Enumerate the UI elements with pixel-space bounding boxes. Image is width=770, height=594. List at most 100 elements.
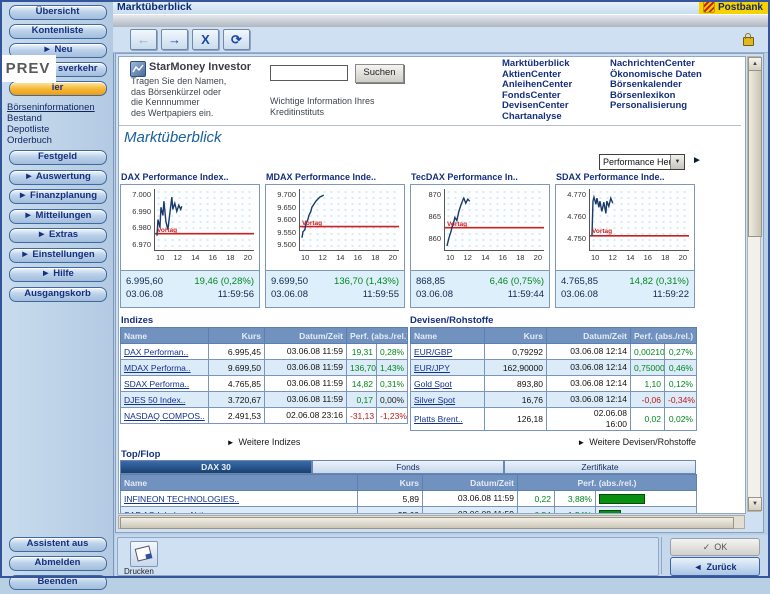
scroll-up-icon[interactable]: ▲ bbox=[748, 57, 762, 71]
refresh-button[interactable]: ⟳ bbox=[223, 29, 250, 50]
stock-link[interactable]: INFINEON TECHNOLOGIES.. bbox=[124, 494, 239, 504]
y-axis-ticks: 9.7009.650 9.6009.550 9.500 bbox=[266, 189, 299, 251]
search-input[interactable] bbox=[270, 65, 348, 81]
col-header-perf[interactable]: Perf. (abs./rel.) bbox=[518, 475, 697, 491]
col-header-datum[interactable]: Datum/Zeit bbox=[265, 328, 347, 344]
chart-title-sdax[interactable]: SDAX Performance Inde.. bbox=[556, 172, 696, 182]
performance-period-select[interactable]: Performance Heute ▼ bbox=[599, 154, 685, 170]
sidebar-item-finanzplanung[interactable]: ► Finanzplanung bbox=[9, 189, 107, 204]
sidebar-link-orderbuch[interactable]: Orderbuch bbox=[7, 135, 113, 146]
col-header-name[interactable]: Name bbox=[121, 328, 209, 344]
nav-link-marktueberblick[interactable]: Marktüberblick bbox=[502, 59, 602, 70]
postbank-logo-icon bbox=[703, 1, 715, 13]
fx-link[interactable]: EUR/JPY bbox=[414, 363, 450, 373]
table-row: EUR/JPY 162,90000 03.06.08 12:14 0,75000… bbox=[411, 360, 697, 376]
fx-link[interactable]: EUR/GBP bbox=[414, 347, 452, 357]
chevron-down-icon[interactable]: ▼ bbox=[670, 155, 684, 169]
bullet-icon: ► bbox=[577, 438, 585, 447]
sidebar-item-kontenliste[interactable]: Kontenliste bbox=[9, 24, 107, 39]
index-link[interactable]: DJES 50 Index.. bbox=[124, 395, 185, 405]
period-go-icon[interactable]: ► bbox=[692, 155, 702, 166]
nav-link-chartanalyse[interactable]: Chartanalyse bbox=[502, 112, 602, 123]
last-price: 9.699,50 bbox=[271, 275, 308, 288]
sparkline-plot: Vortag bbox=[444, 189, 544, 251]
sidebar-item-wertpapier[interactable]: ier bbox=[9, 81, 107, 96]
sidebar-item-ausgangskorb[interactable]: Ausgangskorb bbox=[9, 287, 107, 302]
col-header-datum[interactable]: Datum/Zeit bbox=[547, 328, 631, 344]
col-header-kurs[interactable]: Kurs bbox=[485, 328, 547, 344]
quote-time: 11:59:44 bbox=[508, 288, 544, 301]
more-indices-link[interactable]: ►Weitere Indizes bbox=[120, 437, 407, 447]
nav-column-1: Marktüberblick AktienCenter AnleihenCent… bbox=[502, 59, 602, 123]
fx-link[interactable]: Platts Brent.. bbox=[414, 414, 463, 424]
horizontal-scroll-thumb[interactable] bbox=[120, 517, 734, 529]
tab-dax30[interactable]: DAX 30 bbox=[120, 460, 312, 474]
vortag-label: Vortag bbox=[157, 227, 177, 234]
stock-link[interactable]: SAP AG Inhaber-Aktien bbox=[124, 510, 213, 515]
col-header-datum[interactable]: Datum/Zeit bbox=[423, 475, 518, 491]
content-scroll-area: StarMoney Investor Tragen Sie den Namen,… bbox=[118, 56, 746, 514]
table-row: MDAX Performa.. 9.699,50 03.06.08 11:59 … bbox=[121, 360, 408, 376]
col-header-perf[interactable]: Perf. (abs./rel.) bbox=[631, 328, 697, 344]
nav-link-nachrichtencenter[interactable]: NachrichtenCenter bbox=[610, 59, 705, 70]
performance-period-value: Performance Heute bbox=[600, 155, 670, 169]
fx-table: Name Kurs Datum/Zeit Perf. (abs./rel.) E… bbox=[410, 327, 697, 431]
search-button[interactable]: Suchen bbox=[355, 64, 404, 83]
back-button[interactable]: ← bbox=[130, 29, 157, 50]
tab-zertifikate[interactable]: Zertifikate bbox=[504, 460, 696, 474]
index-link[interactable]: SDAX Performa.. bbox=[124, 379, 189, 389]
chart-title-mdax[interactable]: MDAX Performance Inde.. bbox=[266, 172, 406, 182]
tab-fonds[interactable]: Fonds bbox=[312, 460, 504, 474]
sidebar-mid-group: Festgeld ► Auswertung ► Finanzplanung ► … bbox=[2, 150, 113, 302]
brand-name: Postbank bbox=[718, 2, 763, 13]
chart-title-tecdax[interactable]: TecDAX Performance In.. bbox=[411, 172, 551, 182]
col-header-perf[interactable]: Perf. (abs./rel.) bbox=[347, 328, 408, 344]
quote-date: 03.06.08 bbox=[416, 288, 453, 301]
fx-link[interactable]: Silver Spot bbox=[414, 395, 455, 405]
table-row: SDAX Performa.. 4.765,85 03.06.08 11:59 … bbox=[121, 376, 408, 392]
horizontal-scrollbar[interactable] bbox=[118, 515, 745, 529]
abmelden-button[interactable]: Abmelden bbox=[9, 556, 107, 571]
zurueck-button[interactable]: ◄ Zurück bbox=[670, 557, 760, 576]
index-link[interactable]: NASDAQ COMPOS.. bbox=[124, 411, 205, 421]
nav-column-2: NachrichtenCenter Ökonomische Daten Börs… bbox=[610, 59, 705, 112]
vertical-scroll-thumb[interactable] bbox=[748, 70, 762, 237]
col-header-kurs[interactable]: Kurs bbox=[358, 475, 423, 491]
sidebar-link-bestand[interactable]: Bestand bbox=[7, 113, 113, 124]
assistent-aus-button[interactable]: Assistent aus bbox=[9, 537, 107, 552]
quote-date: 03.06.08 bbox=[126, 288, 163, 301]
back-icon: ← bbox=[137, 32, 150, 47]
col-header-kurs[interactable]: Kurs bbox=[209, 328, 265, 344]
chart-title-dax[interactable]: DAX Performance Index.. bbox=[121, 172, 261, 182]
vertical-scrollbar[interactable]: ▲ ▼ bbox=[747, 56, 761, 512]
sidebar-link-boerseninformationen[interactable]: Börseninformationen bbox=[7, 102, 113, 113]
forward-button[interactable]: → bbox=[161, 29, 188, 50]
sidebar-item-hilfe[interactable]: ► Hilfe bbox=[9, 267, 107, 282]
forward-icon: → bbox=[168, 32, 181, 47]
nav-link-personalisierung[interactable]: Personalisierung bbox=[610, 101, 705, 112]
index-link[interactable]: DAX Performan.. bbox=[124, 347, 188, 357]
ok-button[interactable]: ✓ OK bbox=[670, 538, 760, 556]
index-link[interactable]: MDAX Performa.. bbox=[124, 363, 191, 373]
sidebar-item-festgeld[interactable]: Festgeld bbox=[9, 150, 107, 165]
print-button[interactable] bbox=[130, 541, 158, 567]
sidebar-item-einstellungen[interactable]: ► Einstellungen bbox=[9, 248, 107, 263]
col-header-name[interactable]: Name bbox=[121, 475, 358, 491]
sidebar-item-uebersicht[interactable]: Übersicht bbox=[9, 5, 107, 20]
stop-button[interactable]: X bbox=[192, 29, 219, 50]
sidebar-item-auswertung[interactable]: ► Auswertung bbox=[9, 170, 107, 185]
quote-time: 11:59:22 bbox=[653, 288, 689, 301]
kreditinstitut-info-link[interactable]: Wichtige Information Ihres Kreditinstitu… bbox=[270, 96, 375, 117]
table-row: EUR/GBP 0,79292 03.06.08 12:14 0,00210 0… bbox=[411, 344, 697, 360]
search-hint-text: Tragen Sie den Namen, das Börsenkürzel o… bbox=[131, 76, 226, 118]
last-price: 6.995,60 bbox=[126, 275, 163, 288]
sidebar-link-depotliste[interactable]: Depotliste bbox=[7, 124, 113, 135]
more-fx-link[interactable]: ►Weitere Devisen/Rohstoffe bbox=[410, 437, 696, 447]
beenden-button[interactable]: Beenden bbox=[9, 575, 107, 590]
col-header-name[interactable]: Name bbox=[411, 328, 485, 344]
sidebar-item-mitteilungen[interactable]: ► Mitteilungen bbox=[9, 209, 107, 224]
scroll-down-icon[interactable]: ▼ bbox=[748, 497, 762, 511]
fx-link[interactable]: Gold Spot bbox=[414, 379, 452, 389]
sidebar-item-extras[interactable]: ► Extras bbox=[9, 228, 107, 243]
topflop-heading: Top/Flop bbox=[121, 449, 160, 460]
